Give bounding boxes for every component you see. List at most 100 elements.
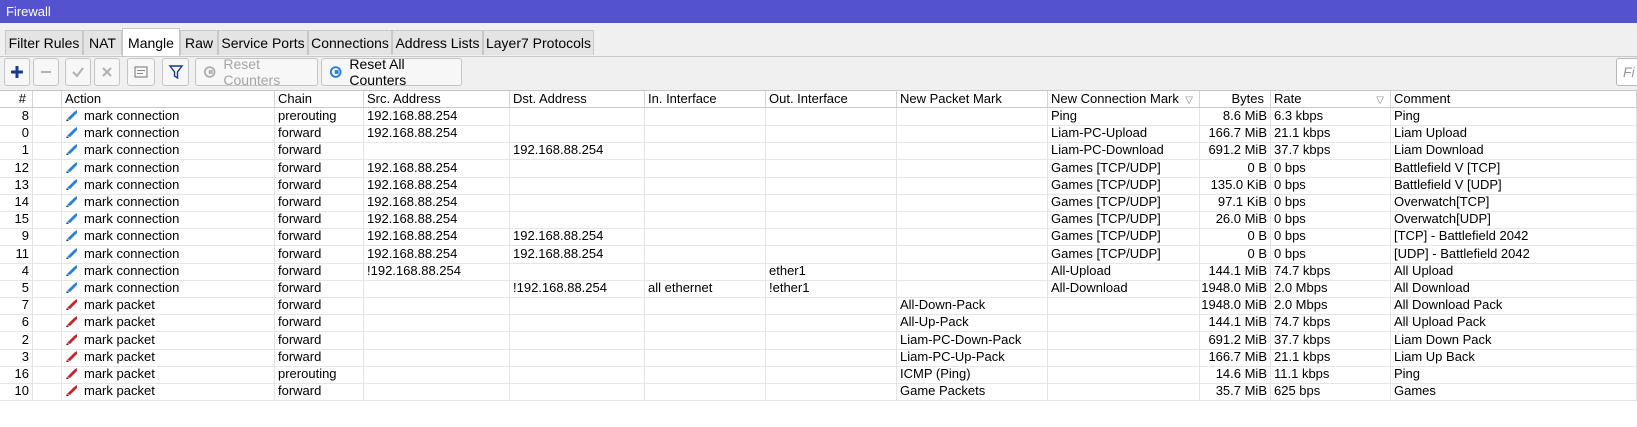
table-row[interactable]: 10 mark packet forward Game Packets 35.7 MiB… (0, 383, 1637, 402)
table-row[interactable]: 0 mark connection forward 192.168.88.254 Lia… (0, 125, 1637, 144)
table-row[interactable]: 1 mark connection forward 192.168.88.254 Lia… (0, 142, 1637, 161)
table-row[interactable]: 6 mark packet forward All-Up-Pack 144.1 MiB 7… (0, 314, 1637, 333)
col-new-connection-mark-cell (1048, 314, 1200, 332)
col-out-interface-cell (766, 194, 897, 211)
table-row[interactable]: 5 mark connection forward !192.168.88.254 al… (0, 280, 1637, 298)
col-out-interface-cell: ether1 (766, 262, 897, 280)
col-action-value: mark connection (84, 159, 180, 175)
col-rate-cell: 2.0 Mbps (1271, 297, 1391, 315)
col-in-interface-cell (645, 348, 766, 366)
tab-connections[interactable]: Connections (308, 30, 392, 55)
col-number-header[interactable]: # (0, 91, 33, 108)
col-src-address-cell: 192.168.88.254 (364, 245, 510, 263)
find-input[interactable]: Fi (1616, 58, 1637, 86)
col-src-address-header-label: Src. Address (367, 91, 441, 106)
remove-button[interactable] (33, 58, 59, 86)
col-new-connection-mark-value: All-Upload (1051, 262, 1111, 278)
table-row[interactable]: 2 mark packet forward Liam-PC-Down-Pack 691.… (0, 331, 1637, 350)
table-row[interactable]: 3 mark packet forward Liam-PC-Up-Pack 166.7 … (0, 348, 1637, 367)
tab-nat[interactable]: NAT (83, 30, 122, 55)
col-comment-cell: All Upload (1391, 262, 1637, 280)
col-out-interface-value: ether1 (769, 262, 806, 278)
col-bytes-cell: 166.7 MiB (1200, 348, 1271, 366)
reset-all-counters-label: Reset All Counters (349, 56, 407, 88)
col-chain-cell: forward (275, 211, 364, 229)
col-dst-address-value: !192.168.88.254 (513, 280, 607, 295)
col-new-connection-mark-cell (1048, 366, 1200, 383)
table-row[interactable]: 11 mark connection forward 192.168.88.254 19… (0, 245, 1637, 264)
tab-filter-rules[interactable]: Filter Rules (5, 30, 83, 55)
col-comment-value: Overwatch[TCP] (1394, 194, 1490, 209)
comment-button[interactable] (127, 58, 155, 86)
table-row[interactable]: 9 mark connection forward 192.168.88.254 192… (0, 228, 1637, 247)
col-action-value: mark connection (84, 176, 180, 192)
tab-address-lists[interactable]: Address Lists (392, 30, 483, 55)
table-row[interactable]: 12 mark connection forward 192.168.88.254 Ga… (0, 159, 1637, 178)
reset-counters-button[interactable]: Reset Counters (195, 56, 318, 88)
col-chain-value: forward (278, 280, 322, 295)
col-new-connection-mark-header[interactable]: New Connection Mark ▽ (1048, 91, 1200, 108)
col-action-header[interactable]: Action (62, 91, 275, 108)
col-action-value: mark packet (84, 366, 155, 381)
tab-mangle[interactable]: Mangle (122, 28, 180, 56)
tab-service-ports[interactable]: Service Ports (218, 30, 308, 55)
reset-counters-label: Reset Counters (223, 56, 281, 88)
col-action-cell: mark connection (62, 176, 275, 194)
col-src-address-cell (364, 314, 510, 332)
col-number-value: 6 (21, 314, 29, 330)
col-new-packet-mark-cell (897, 262, 1048, 280)
col-comment-header[interactable]: Comment (1391, 91, 1637, 108)
table-row[interactable]: 13 mark connection forward 192.168.88.254 Ga… (0, 176, 1637, 195)
col-new-packet-mark-header[interactable]: New Packet Mark (897, 91, 1048, 108)
col-src-address-cell (364, 280, 510, 297)
col-new-packet-mark-value: All-Up-Pack (900, 314, 969, 330)
col-src-address-cell: 192.168.88.254 (364, 194, 510, 211)
col-action-value: mark packet (84, 331, 155, 347)
col-dst-address-header-label: Dst. Address (513, 91, 587, 106)
table-row[interactable]: 15 mark connection forward 192.168.88.254 Ga… (0, 211, 1637, 230)
col-dst-address-header[interactable]: Dst. Address (510, 91, 645, 108)
col-comment-value: All Download (1394, 280, 1470, 295)
col-in-interface-cell (645, 366, 766, 383)
col-bytes-cell: 8.6 MiB (1200, 108, 1271, 125)
col-new-connection-mark-cell (1048, 383, 1200, 401)
reset-icon (203, 66, 216, 78)
tab-raw[interactable]: Raw (180, 30, 218, 55)
enable-button[interactable] (65, 58, 91, 86)
col-flags-header[interactable] (33, 91, 62, 108)
col-chain-header[interactable]: Chain (275, 91, 364, 108)
col-chain-value: forward (278, 125, 322, 141)
col-bytes-header[interactable]: Bytes (1200, 91, 1271, 108)
col-new-packet-mark-cell: All-Down-Pack (897, 297, 1048, 315)
filter-button[interactable] (162, 58, 189, 86)
col-src-address-header[interactable]: Src. Address (364, 91, 510, 108)
col-in-interface-header[interactable]: In. Interface (645, 91, 766, 108)
col-rate-header[interactable]: Rate ▽ (1271, 91, 1391, 108)
col-number-header-label: # (18, 91, 26, 106)
col-bytes-cell: 1948.0 MiB (1200, 297, 1271, 315)
table-row[interactable]: 4 mark connection forward !192.168.88.254 et… (0, 262, 1637, 281)
table-row[interactable]: 16 mark packet prerouting ICMP (Ping) 14.6 M… (0, 366, 1637, 384)
col-new-packet-mark-cell (897, 142, 1048, 160)
mark-packet-icon (66, 316, 77, 328)
col-bytes-cell: 35.7 MiB (1200, 383, 1271, 401)
tab-layer7-protocols[interactable]: Layer7 Protocols (483, 30, 594, 55)
table-row[interactable]: 14 mark connection forward 192.168.88.254 Ga… (0, 194, 1637, 212)
col-chain-cell: forward (275, 245, 364, 263)
col-out-interface-header[interactable]: Out. Interface (766, 91, 897, 108)
col-out-interface-header-label: Out. Interface (769, 91, 848, 106)
mark-connection-icon (66, 264, 77, 276)
col-chain-cell: forward (275, 159, 364, 177)
table-row[interactable]: 8 mark connection prerouting 192.168.88.254… (0, 108, 1637, 126)
col-chain-value: forward (278, 228, 322, 244)
col-bytes-cell: 691.2 MiB (1200, 142, 1271, 160)
reset-all-counters-button[interactable]: Reset All Counters (321, 56, 462, 88)
col-src-address-cell: 192.168.88.254 (364, 228, 510, 246)
col-new-packet-mark-cell (897, 194, 1048, 211)
col-dst-address-cell (510, 383, 645, 401)
col-chain-cell: forward (275, 262, 364, 280)
disable-button[interactable] (94, 58, 120, 86)
add-button[interactable] (4, 58, 30, 86)
col-in-interface-cell (645, 194, 766, 211)
table-row[interactable]: 7 mark packet forward All-Down-Pack 1948.0 M… (0, 297, 1637, 316)
